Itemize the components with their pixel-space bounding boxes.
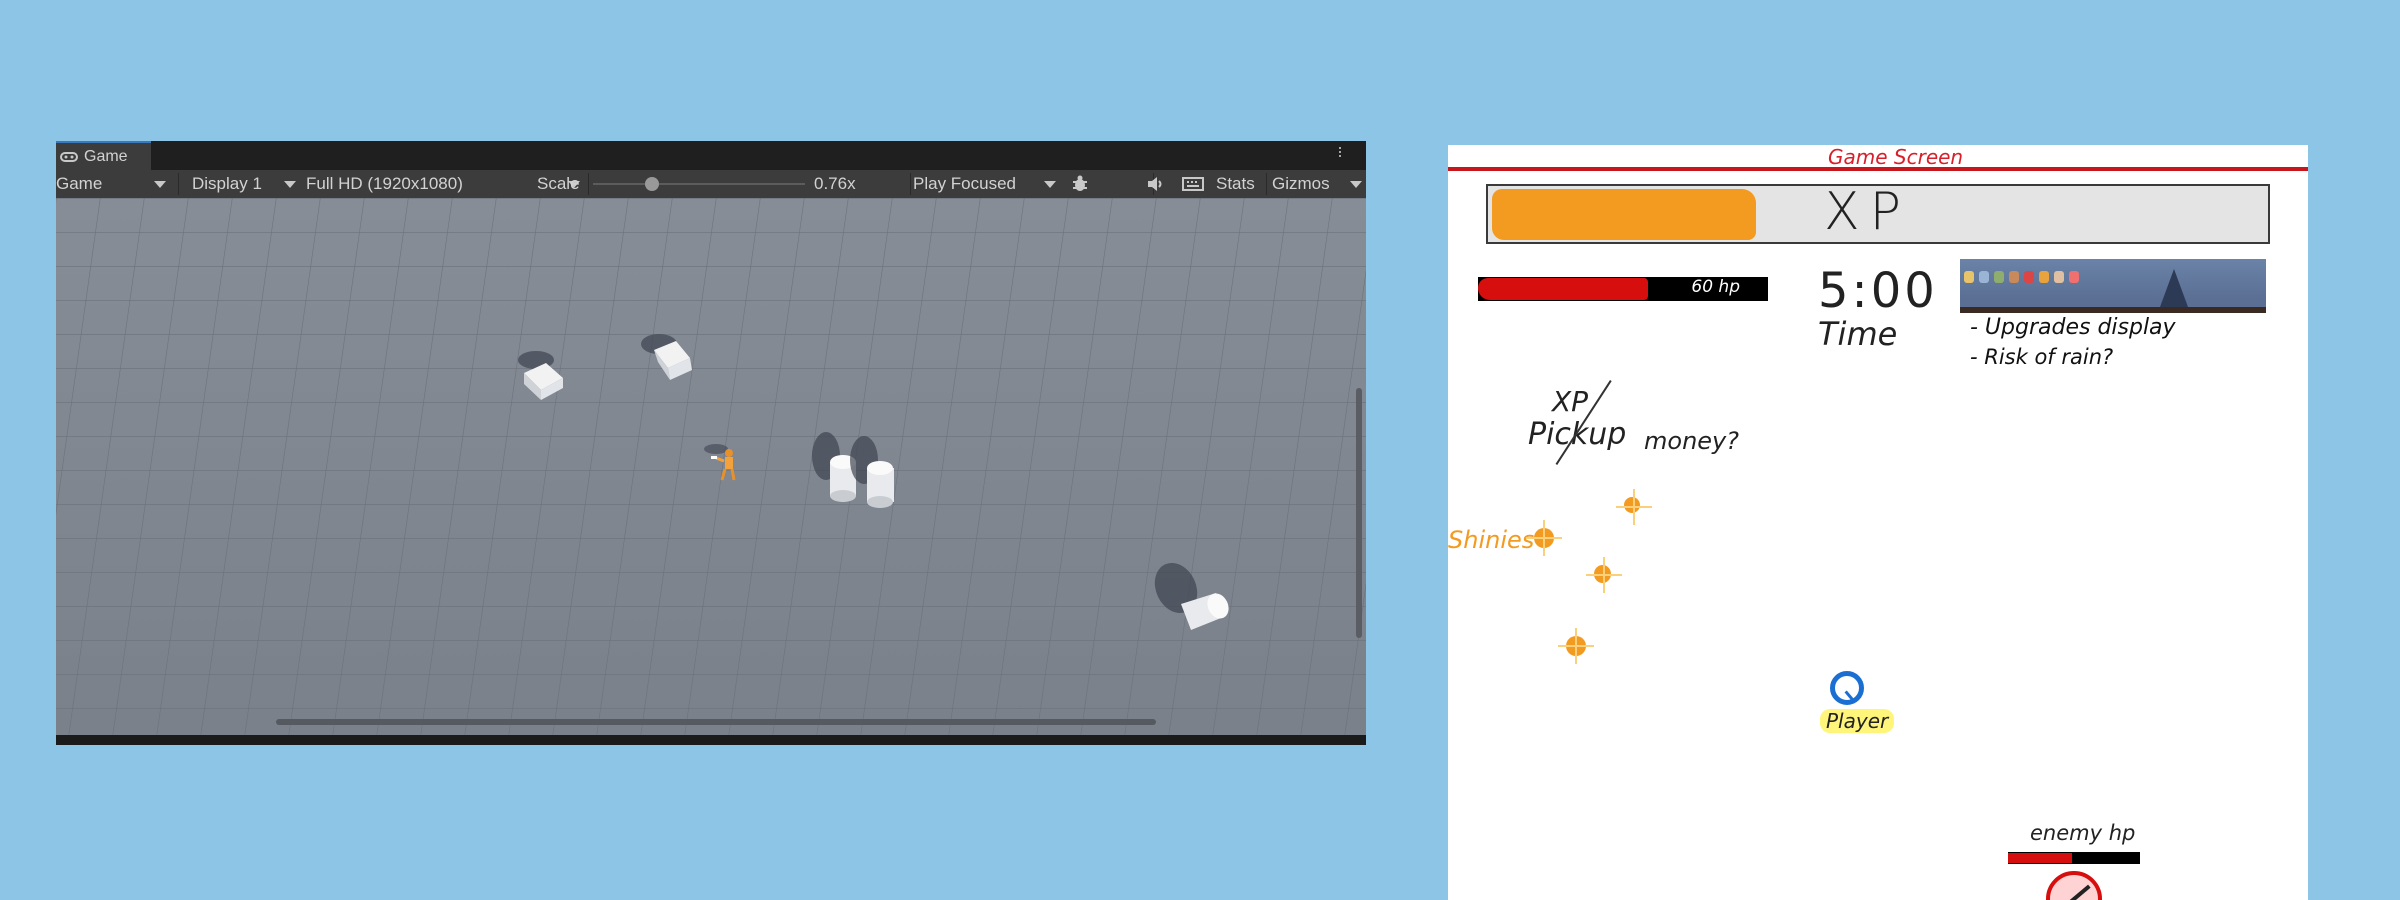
play-mode-dropdown[interactable]: Play Focused <box>913 170 1062 198</box>
scale-slider-handle[interactable] <box>645 177 660 191</box>
xp-note-top: XP <box>1552 385 1589 418</box>
scale-label-text: Scale <box>537 174 580 193</box>
game-toolbar: Game Display 1 Full HD (1920x1080) Scale… <box>56 170 1366 198</box>
toolbar-divider <box>910 173 911 195</box>
time-label: Time <box>1818 315 1898 353</box>
shiny-pickup <box>1558 636 1594 656</box>
upgrade-item-icon <box>2024 271 2034 283</box>
vertical-scrollbar[interactable] <box>1356 388 1362 638</box>
upgrade-note-2: - Risk of rain? <box>1970 345 2114 369</box>
player-marker-icon <box>1830 671 1864 705</box>
xp-note-money: money? <box>1644 427 1739 455</box>
game-controller-icon <box>60 151 78 162</box>
game-window: Game ··· Game Display 1 Full HD (1920x10… <box>56 141 1366 745</box>
upgrade-item-icon <box>2054 271 2064 283</box>
game-viewport[interactable] <box>56 198 1366 735</box>
title-underline <box>1448 167 2308 171</box>
upgrade-item-icon <box>2069 271 2079 283</box>
shiny-pickup <box>1616 497 1652 513</box>
tab-bar: Game ··· <box>56 141 1366 170</box>
enemy-hp-bar <box>2008 852 2140 864</box>
shinies-label: Shinies <box>1448 526 1535 554</box>
bug-icon[interactable] <box>1070 170 1090 198</box>
upgrades-display-image <box>1960 259 2266 313</box>
upgrade-icons-row <box>1964 271 2079 283</box>
enemy-hp-fill <box>2008 853 2072 863</box>
player-label: Player <box>1820 709 1895 733</box>
kebab-menu-icon[interactable]: ··· <box>1331 145 1351 157</box>
hp-bar-fill <box>1478 278 1648 300</box>
game-tab-label: Game <box>84 147 128 165</box>
xp-note-pickup: Pickup <box>1528 417 1627 452</box>
view-mode-dropdown[interactable]: Game <box>56 170 174 198</box>
sketch-title: Game Screen <box>1828 145 1964 169</box>
speaker-icon-glyph <box>1148 177 1162 191</box>
xp-bar-label: XP <box>1824 182 1911 242</box>
game-tab[interactable]: Game <box>56 141 151 170</box>
keyboard-icon[interactable] <box>1182 170 1204 198</box>
upgrade-item-icon <box>1979 271 1989 283</box>
scale-label: Scale <box>537 170 580 198</box>
enemy-marker-icon <box>2046 871 2102 900</box>
hp-bar-sketch: 60 hp <box>1478 277 1768 301</box>
upgrade-item-icon <box>1994 271 2004 283</box>
shiny-pickup <box>1586 565 1622 583</box>
chevron-down-icon <box>154 180 166 188</box>
keyboard-icon-glyph <box>1182 177 1204 191</box>
chevron-down-icon <box>1350 180 1362 188</box>
upgrade-item-icon <box>1964 271 1974 283</box>
toolbar-divider <box>178 173 179 195</box>
strip-ground <box>1960 307 2266 313</box>
bug-icon-glyph <box>1073 175 1087 191</box>
display-label: Display 1 <box>192 174 262 193</box>
chevron-down-icon <box>284 180 296 188</box>
hp-text: 60 hp <box>1691 277 1740 297</box>
stats-label: Stats <box>1216 174 1255 193</box>
gizmos-dropdown[interactable]: Gizmos <box>1272 170 1362 198</box>
play-mode-label: Play Focused <box>913 174 1016 193</box>
horizontal-scrollbar[interactable] <box>276 719 1156 725</box>
scale-slider-track[interactable] <box>593 183 805 185</box>
scale-value-text: 0.76x <box>814 174 856 193</box>
scene-render <box>56 198 1366 735</box>
scale-value: 0.76x <box>814 170 856 198</box>
toolbar-divider <box>588 173 589 195</box>
view-mode-label: Game <box>56 174 103 193</box>
chevron-down-icon <box>1044 180 1056 188</box>
sketch-panel: Game Screen XP 60 hp 5:00 Time - Upgrade… <box>1448 145 2308 900</box>
floor-grid <box>56 198 1366 735</box>
shiny-pickup <box>1526 528 1562 548</box>
upgrade-item-icon <box>2009 271 2019 283</box>
toolbar-divider <box>1266 173 1267 195</box>
enemy-hp-label: enemy hp <box>2030 821 2136 845</box>
xp-bar-sketch: XP <box>1486 182 2270 244</box>
resolution-label: Full HD (1920x1080) <box>306 174 463 193</box>
speaker-icon[interactable] <box>1146 170 1166 198</box>
upgrade-note-1: - Upgrades display <box>1970 315 2176 340</box>
viewport-bottom-edge <box>56 735 1366 745</box>
gizmos-label: Gizmos <box>1272 174 1330 193</box>
upgrade-item-icon <box>2039 271 2049 283</box>
xp-bar-fill <box>1492 189 1756 240</box>
display-dropdown[interactable]: Display 1 <box>192 170 298 198</box>
stats-button[interactable]: Stats <box>1216 170 1255 198</box>
strip-spike <box>2160 269 2188 307</box>
timer-text: 5:00 <box>1818 263 1938 319</box>
